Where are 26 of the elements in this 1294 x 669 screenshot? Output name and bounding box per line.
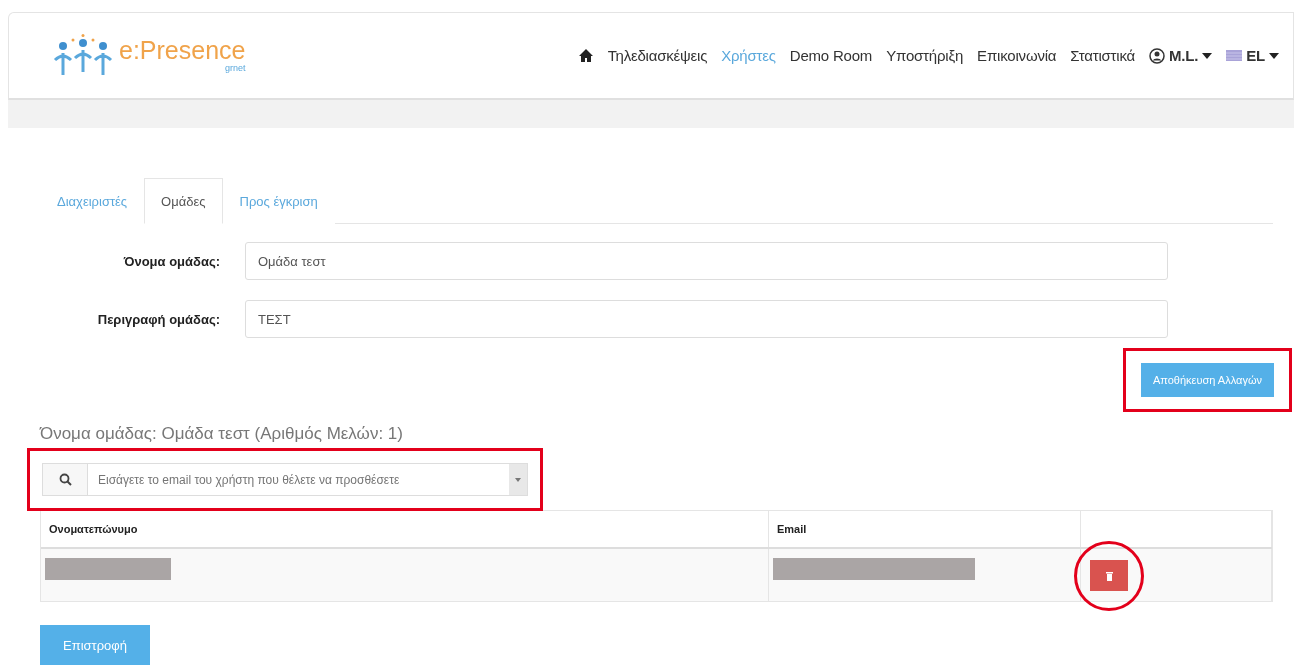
nav-link[interactable]: Υποστήριξη: [886, 47, 964, 64]
nav-link[interactable]: Στατιστικά: [1070, 47, 1135, 64]
tab[interactable]: Ομάδες: [144, 178, 223, 224]
home-icon[interactable]: [577, 48, 594, 63]
logo-subtitle: grnet: [224, 63, 246, 73]
trash-icon: [1105, 570, 1113, 581]
text-field[interactable]: ΤΕΣΤ: [245, 300, 1168, 338]
search-icon: [58, 473, 72, 486]
logo-text: e:Presence: [119, 38, 246, 63]
caret-icon: [1269, 52, 1279, 59]
nav-link[interactable]: Επικοινωνία: [977, 47, 1057, 64]
delete-button[interactable]: [1090, 560, 1128, 591]
nav-link[interactable]: Demo Room: [789, 47, 873, 64]
nav-link[interactable]: Τηλεδιασκέψεις: [607, 47, 708, 64]
language-menu[interactable]: EL: [1226, 47, 1279, 64]
dropdown-caret-icon: [515, 477, 521, 482]
field-label: Περιγραφή ομάδας:: [96, 311, 221, 327]
caret-icon: [1202, 52, 1213, 59]
user-menu[interactable]: M.L.: [1149, 47, 1213, 64]
field-label: Όνομα ομάδας:: [122, 253, 221, 269]
group-heading: Όνομα ομάδας: Ομάδα τεστ (Αριθμός Μελών: 1): [40, 424, 404, 444]
text-field[interactable]: Ομάδα τεστ: [245, 242, 1168, 280]
member-search-field[interactable]: Εισάγετε το email του χρήστη που θέλετε να προσθέσετε: [42, 463, 528, 496]
people-logo-icon: [53, 33, 113, 78]
flag-icon: [1226, 50, 1243, 61]
user-icon: [1149, 47, 1165, 64]
